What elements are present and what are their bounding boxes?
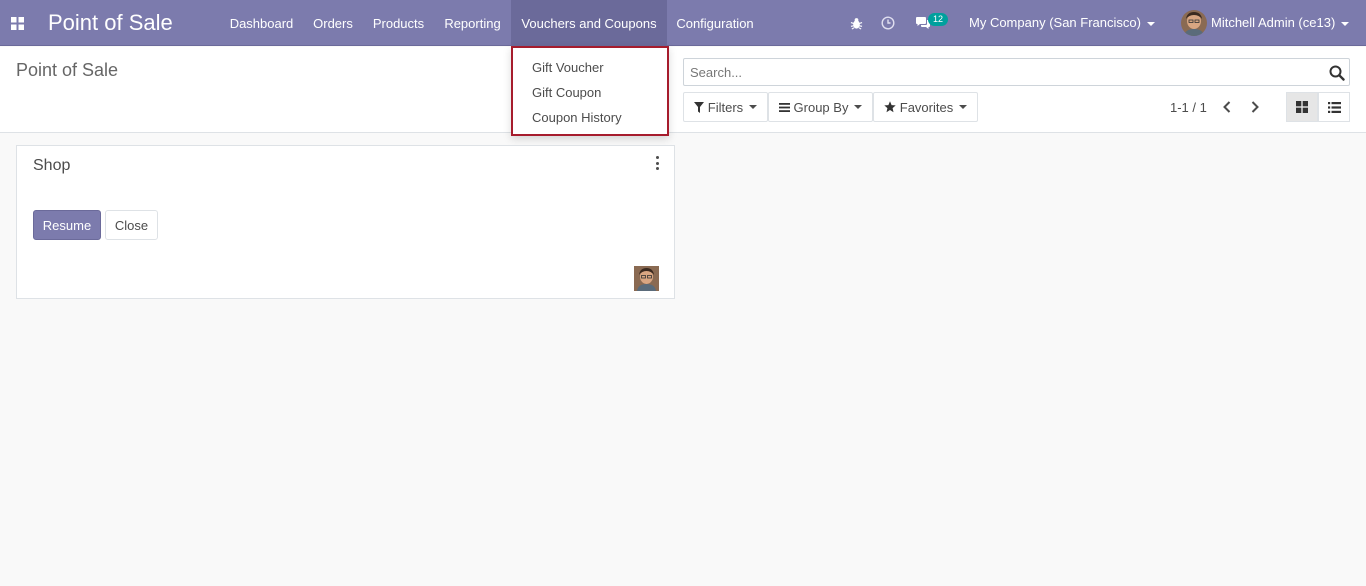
messages-count-badge: 12 bbox=[928, 13, 948, 26]
search-box bbox=[683, 58, 1350, 86]
filters-button[interactable]: Filters bbox=[683, 92, 768, 122]
apps-menu-icon[interactable] bbox=[2, 0, 32, 46]
chevron-down-icon bbox=[1341, 21, 1350, 26]
pager-next-icon[interactable] bbox=[1248, 97, 1262, 117]
control-panel: Point of Sale Filters Group By Favorites… bbox=[0, 47, 1366, 133]
company-name: My Company (San Francisco) bbox=[969, 15, 1141, 30]
menu-reporting[interactable]: Reporting bbox=[434, 0, 511, 46]
clock-icon[interactable] bbox=[879, 14, 897, 32]
filter-icon bbox=[693, 101, 704, 113]
card-options-icon[interactable] bbox=[653, 156, 661, 170]
filters-label: Filters bbox=[707, 99, 744, 115]
list-view-icon[interactable] bbox=[1318, 92, 1350, 122]
menu-item-coupon-history[interactable]: Coupon History bbox=[532, 110, 622, 125]
resume-button[interactable]: Resume bbox=[33, 210, 101, 240]
menu-item-gift-coupon[interactable]: Gift Coupon bbox=[532, 85, 601, 100]
kanban-view-icon[interactable] bbox=[1286, 92, 1318, 122]
app-brand[interactable]: Point of Sale bbox=[48, 10, 173, 36]
menu-dashboard[interactable]: Dashboard bbox=[220, 0, 303, 46]
company-switcher[interactable]: My Company (San Francisco) bbox=[969, 15, 1155, 30]
bars-icon bbox=[778, 102, 790, 112]
search-input[interactable] bbox=[684, 59, 1314, 85]
pos-session-card: Shop Resume Close bbox=[16, 145, 675, 299]
star-icon bbox=[884, 101, 896, 113]
favorites-label: Favorites bbox=[899, 99, 954, 115]
pager-value[interactable]: 1-1 / 1 bbox=[1170, 100, 1207, 115]
chevron-down-icon bbox=[854, 105, 863, 109]
group-by-label: Group By bbox=[793, 99, 849, 115]
favorites-button[interactable]: Favorites bbox=[873, 92, 978, 122]
breadcrumb: Point of Sale bbox=[16, 60, 119, 80]
close-button[interactable]: Close bbox=[105, 210, 158, 240]
top-navbar: Point of Sale Dashboard Orders Products … bbox=[0, 0, 1366, 46]
chevron-down-icon bbox=[749, 105, 758, 109]
pager-previous-icon[interactable] bbox=[1220, 97, 1234, 117]
menu-item-gift-voucher[interactable]: Gift Voucher bbox=[532, 60, 604, 75]
menu-products[interactable]: Products bbox=[363, 0, 434, 46]
chevron-down-icon bbox=[959, 105, 968, 109]
user-name: Mitchell Admin (ce13) bbox=[1211, 15, 1336, 30]
user-avatar[interactable] bbox=[1181, 10, 1207, 36]
menu-configuration[interactable]: Configuration bbox=[667, 0, 763, 46]
menu-vouchers-and-coupons[interactable]: Vouchers and Coupons bbox=[511, 0, 667, 46]
menu-orders[interactable]: Orders bbox=[303, 0, 363, 46]
responsible-avatar bbox=[634, 266, 659, 291]
group-by-button[interactable]: Group By bbox=[768, 92, 873, 122]
bug-icon[interactable] bbox=[847, 14, 865, 32]
vouchers-coupons-dropdown: Gift Voucher Gift Coupon Coupon History bbox=[511, 46, 669, 136]
search-icon[interactable] bbox=[1329, 65, 1345, 81]
card-title: Shop bbox=[33, 157, 71, 174]
chevron-down-icon bbox=[1146, 21, 1155, 26]
user-menu[interactable]: Mitchell Admin (ce13) bbox=[1211, 15, 1350, 30]
